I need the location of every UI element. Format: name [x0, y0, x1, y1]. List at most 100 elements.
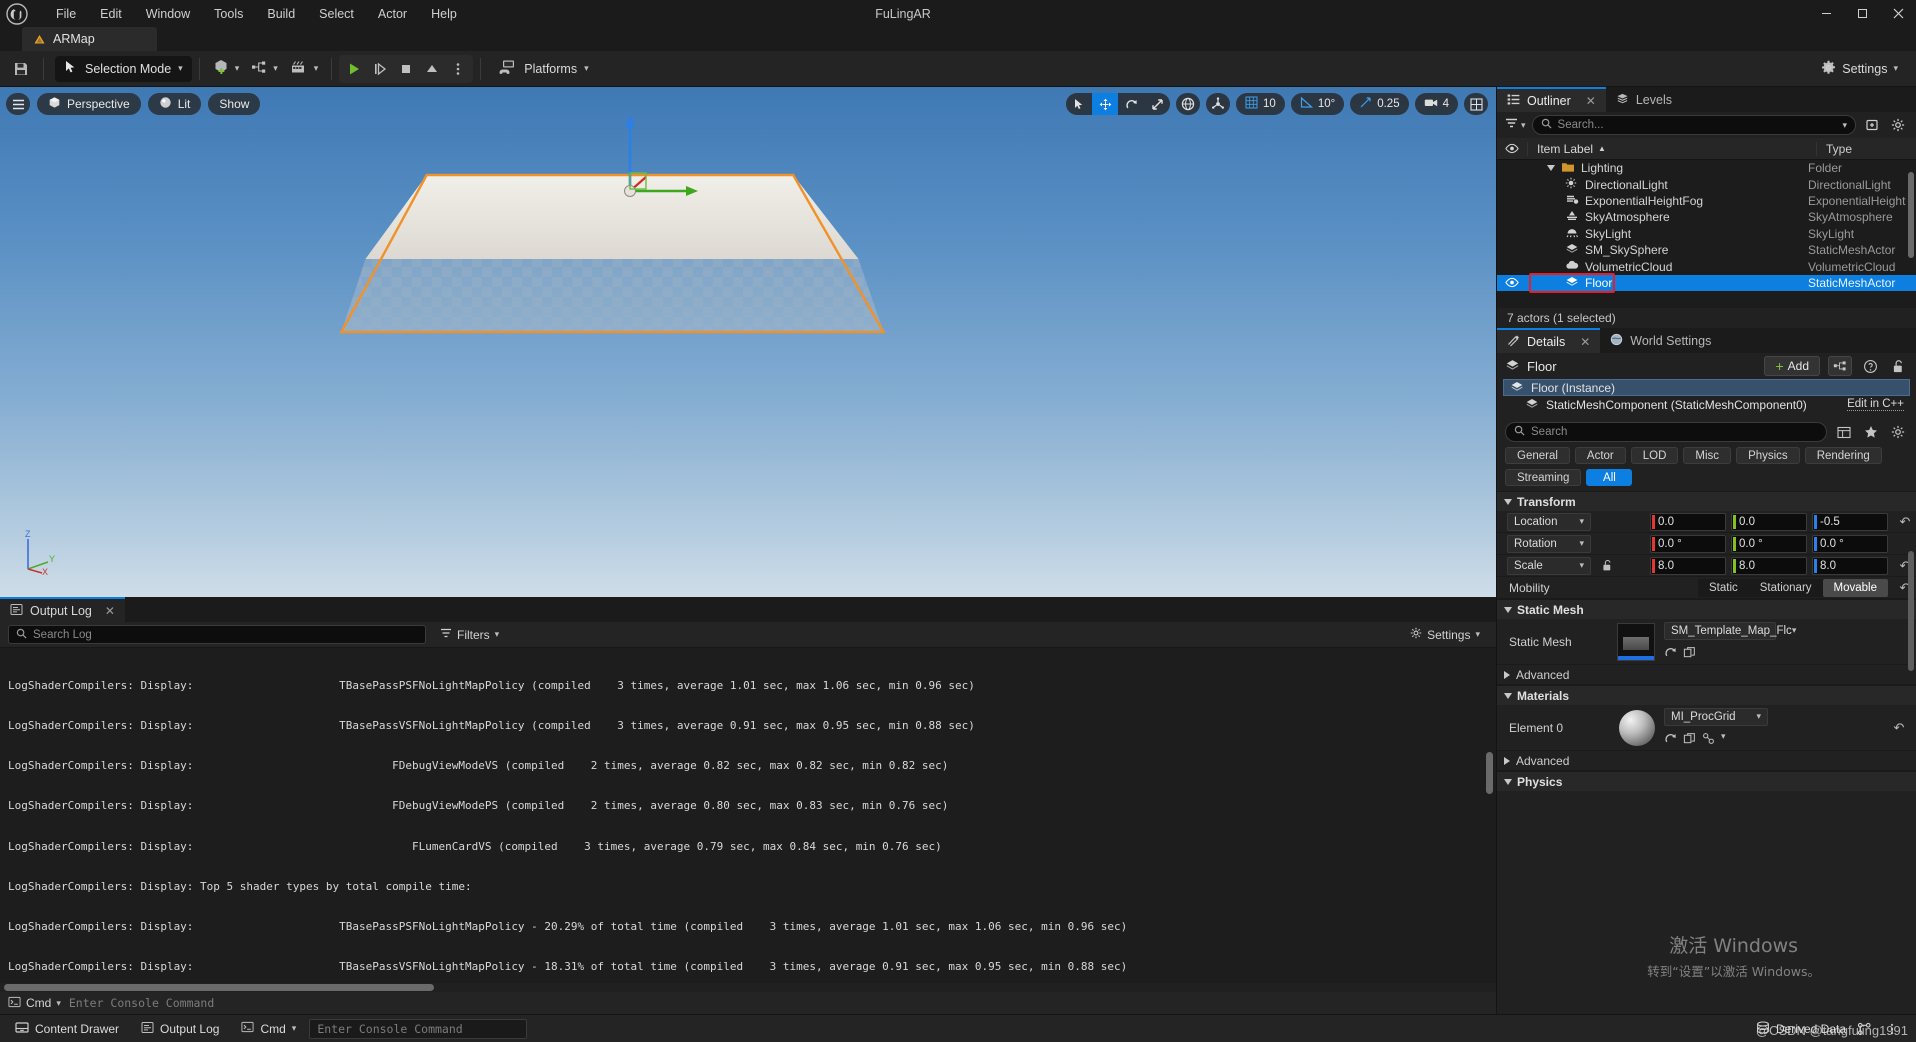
- level-viewport[interactable]: Perspective Lit Show 10 10° 0.25 4 Z Y X: [0, 87, 1496, 597]
- scale-lock-icon[interactable]: [1597, 559, 1617, 572]
- log-filters-button[interactable]: Filters ▾: [434, 628, 505, 642]
- tab-outliner[interactable]: Outliner ✕: [1497, 87, 1606, 112]
- menu-item-tools[interactable]: Tools: [202, 0, 255, 27]
- scale-x-input[interactable]: 8.0: [1650, 556, 1726, 575]
- close-icon[interactable]: ✕: [1580, 335, 1590, 349]
- menu-item-window[interactable]: Window: [134, 0, 202, 27]
- chip-misc[interactable]: Misc: [1683, 447, 1732, 464]
- output-log-lines[interactable]: LogShaderCompilers: Display: TBasePassPS…: [0, 648, 1496, 983]
- outliner-row-skylight[interactable]: SkyLight SkyLight: [1497, 226, 1916, 242]
- mobility-stationary-button[interactable]: Stationary: [1749, 579, 1823, 597]
- rotate-gizmo-icon[interactable]: [1118, 93, 1144, 115]
- select-arrow-icon[interactable]: [1066, 93, 1092, 115]
- selection-mode-button[interactable]: Selection Mode ▾: [55, 55, 192, 82]
- section-materials[interactable]: Materials: [1497, 685, 1916, 705]
- edit-in-cpp-link[interactable]: Edit in C++: [1847, 398, 1904, 411]
- log-settings-button[interactable]: Settings ▾: [1410, 627, 1488, 642]
- toolbar-settings-button[interactable]: Settings ▾: [1811, 55, 1908, 83]
- outliner-add-folder-icon[interactable]: [1862, 118, 1882, 132]
- materials-advanced-row[interactable]: Advanced: [1497, 751, 1916, 771]
- more-options-icon[interactable]: [1882, 1019, 1902, 1039]
- world-coordinates-icon[interactable]: [1176, 93, 1201, 115]
- unlock-icon[interactable]: [1888, 356, 1908, 376]
- material-asset-combo[interactable]: MI_ProcGrid ▾: [1664, 707, 1768, 726]
- use-selected-icon[interactable]: [1683, 646, 1696, 662]
- maximize-button[interactable]: [1844, 0, 1880, 27]
- material-preview-sphere[interactable]: [1619, 709, 1655, 746]
- reset-material-icon[interactable]: ↶: [1888, 720, 1910, 736]
- blueprints-button[interactable]: ▾: [245, 55, 284, 83]
- mobility-static-button[interactable]: Static: [1698, 579, 1749, 597]
- stop-icon[interactable]: [393, 56, 419, 82]
- tab-levels[interactable]: Levels: [1606, 87, 1682, 112]
- tab-output-log[interactable]: Output Log ✕: [0, 597, 125, 622]
- camera-speed-control[interactable]: 4: [1414, 93, 1458, 115]
- chip-lod[interactable]: LOD: [1630, 447, 1679, 464]
- source-control-icon[interactable]: [1854, 1019, 1874, 1039]
- row-visibility-toggle[interactable]: [1497, 277, 1527, 288]
- browse-icon[interactable]: [1664, 732, 1677, 748]
- component-row-staticmeshcomponent[interactable]: StaticMeshComponent (StaticMeshComponent…: [1503, 396, 1910, 413]
- browse-icon[interactable]: [1664, 646, 1677, 662]
- viewport-show-button[interactable]: Show: [208, 93, 261, 115]
- tab-armap[interactable]: ARMap: [22, 27, 157, 51]
- save-icon[interactable]: [6, 55, 36, 83]
- skip-icon[interactable]: [367, 56, 393, 82]
- rotation-y-input[interactable]: 0.0 °: [1731, 534, 1807, 553]
- mesh-thumbnail[interactable]: [1617, 622, 1655, 661]
- derived-data-button[interactable]: Derived Data: [1756, 1020, 1846, 1037]
- outliner-row-lighting[interactable]: Lighting Folder: [1497, 160, 1916, 176]
- component-row-floor-instance[interactable]: Floor (Instance): [1503, 379, 1910, 396]
- section-physics[interactable]: Physics: [1497, 771, 1916, 791]
- viewport-layout-icon[interactable]: [1464, 93, 1488, 115]
- viewport-perspective-button[interactable]: Perspective: [37, 93, 141, 115]
- scale-snap-control[interactable]: 0.25: [1350, 93, 1409, 115]
- rotation-z-input[interactable]: 0.0 °: [1812, 534, 1888, 553]
- add-component-button[interactable]: + Add: [1764, 356, 1820, 376]
- outliner-row-skyatmosphere[interactable]: SkyAtmosphere SkyAtmosphere: [1497, 209, 1916, 225]
- cinematics-button[interactable]: ▾: [284, 55, 325, 83]
- chip-all[interactable]: All: [1586, 469, 1633, 486]
- static-mesh-advanced-row[interactable]: Advanced: [1497, 665, 1916, 685]
- outliner-settings-icon[interactable]: [1888, 118, 1908, 132]
- chip-streaming[interactable]: Streaming: [1505, 469, 1582, 486]
- menu-item-edit[interactable]: Edit: [88, 0, 134, 27]
- column-type[interactable]: Type: [1816, 141, 1916, 156]
- log-console-input[interactable]: Enter Console Command: [69, 996, 1496, 1010]
- material-fx-icon[interactable]: [1702, 732, 1715, 748]
- rotation-x-input[interactable]: 0.0 °: [1650, 534, 1726, 553]
- translate-gizmo-icon[interactable]: [1092, 93, 1119, 115]
- column-item-label[interactable]: Item Label ▲: [1527, 141, 1816, 156]
- add-actor-button[interactable]: ▾: [207, 55, 246, 83]
- log-horizontal-scrollbar[interactable]: [4, 984, 434, 991]
- outliner-row-directionallight[interactable]: DirectionalLight DirectionalLight: [1497, 176, 1916, 192]
- star-icon[interactable]: [1861, 422, 1881, 442]
- platforms-button[interactable]: Platforms ▾: [488, 55, 598, 83]
- eject-icon[interactable]: [419, 56, 445, 82]
- surface-snap-icon[interactable]: [1206, 93, 1231, 115]
- log-cmd-selector[interactable]: Cmd ▾: [8, 996, 61, 1011]
- expand-triangle-icon[interactable]: [1547, 165, 1555, 172]
- play-icon[interactable]: [341, 56, 367, 82]
- outliner-filter-button[interactable]: ▾: [1505, 118, 1526, 132]
- menu-item-select[interactable]: Select: [307, 0, 366, 27]
- details-scrollbar[interactable]: [1908, 551, 1914, 671]
- content-drawer-button[interactable]: Content Drawer: [6, 1018, 128, 1040]
- log-horizontal-scroll-track[interactable]: [0, 983, 1496, 992]
- more-options-icon[interactable]: [445, 56, 471, 82]
- viewport-lit-button[interactable]: Lit: [147, 93, 202, 115]
- status-console-input[interactable]: Enter Console Command: [309, 1018, 528, 1039]
- scale-y-input[interactable]: 8.0: [1731, 556, 1807, 575]
- chevron-down-icon[interactable]: ▾: [1842, 120, 1847, 130]
- chip-physics[interactable]: Physics: [1736, 447, 1800, 464]
- close-icon[interactable]: ✕: [1586, 94, 1596, 108]
- details-search-input[interactable]: Search: [1505, 422, 1827, 442]
- minimize-button[interactable]: [1808, 0, 1844, 27]
- location-x-input[interactable]: 0.0: [1650, 512, 1726, 531]
- mobility-movable-button[interactable]: Movable: [1822, 578, 1888, 597]
- menu-item-file[interactable]: File: [44, 0, 88, 27]
- chip-general[interactable]: General: [1505, 447, 1570, 464]
- close-icon[interactable]: ✕: [105, 604, 115, 618]
- status-output-log-button[interactable]: Output Log: [132, 1018, 228, 1040]
- location-z-input[interactable]: -0.5: [1812, 512, 1888, 531]
